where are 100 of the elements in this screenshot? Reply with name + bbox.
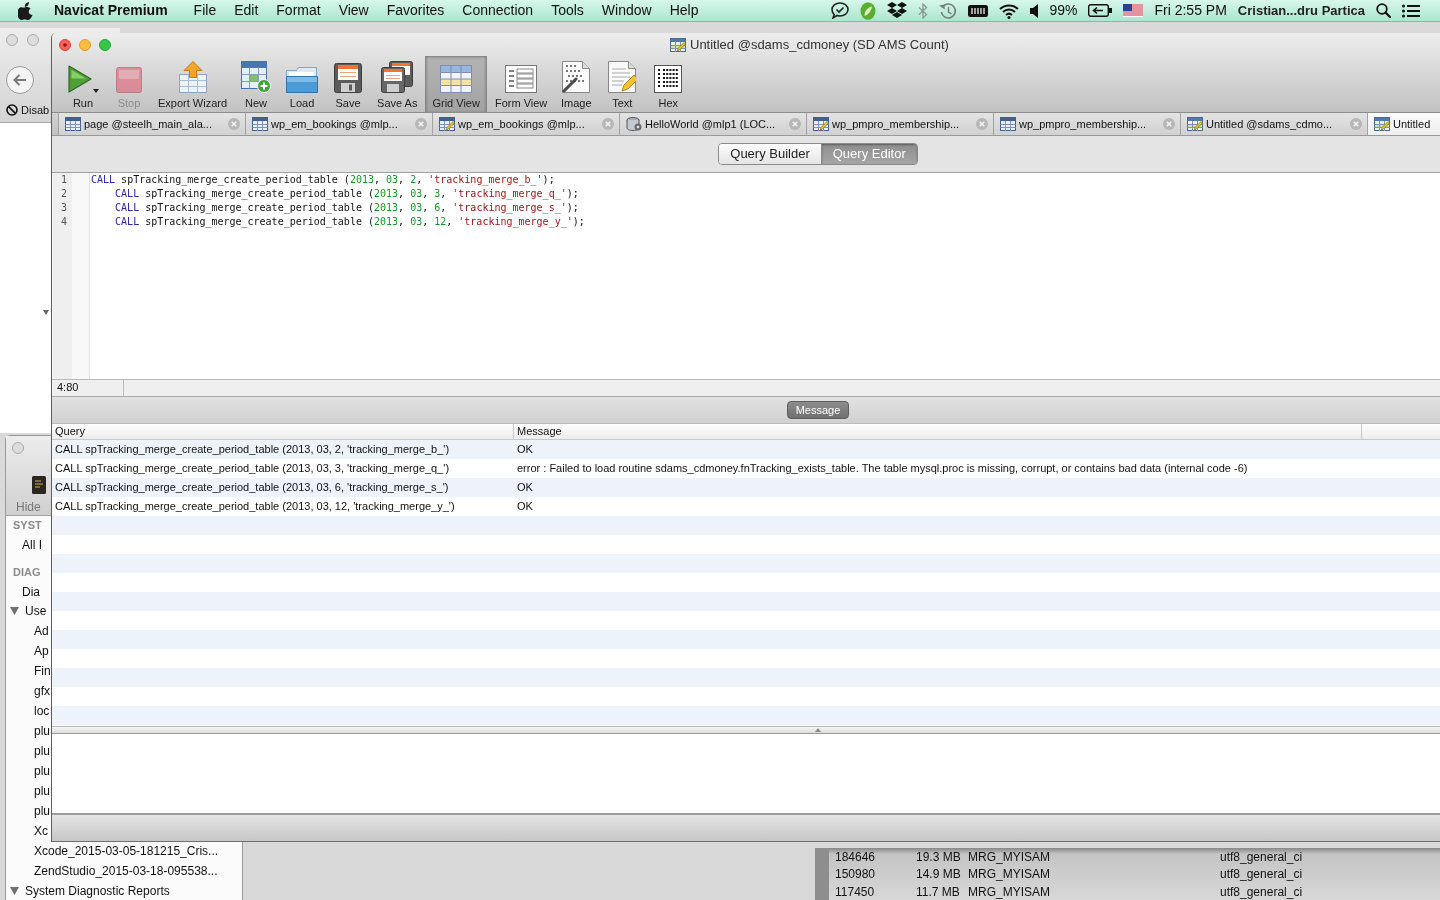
grid-pencil-icon [670, 37, 686, 52]
chat-check-icon[interactable] [831, 2, 850, 19]
tab[interactable]: HelloWorld @mlp1 (LOC... [619, 113, 806, 135]
grid-icon [252, 117, 268, 131]
sidebar-item[interactable]: plu [34, 762, 50, 780]
column-header[interactable]: Message [513, 424, 1361, 439]
image-view-button[interactable]: Image [555, 56, 598, 112]
menu-item[interactable]: Window [601, 0, 652, 21]
tab[interactable]: wp_pmpro_membership... [993, 113, 1180, 135]
menu-item[interactable]: View [338, 0, 369, 21]
sidebar-item[interactable]: Fin [34, 662, 51, 680]
menu-item[interactable]: Help [669, 0, 699, 21]
grid-view-button[interactable]: Grid View [425, 56, 487, 112]
menu-item[interactable]: Tools [551, 0, 584, 21]
table-cell-text: CALL spTracking_merge_create_period_table (2013, 03, 12, 'tracking_merge_y_') [54, 499, 456, 515]
floppy-icon [334, 63, 363, 93]
battery-icon[interactable] [1088, 4, 1113, 17]
apple-icon[interactable] [18, 1, 33, 20]
close-button[interactable] [59, 38, 71, 51]
sidebar-heading: DIAG [13, 565, 41, 581]
back-button[interactable] [6, 66, 34, 94]
clock-arrow-icon[interactable] [939, 1, 958, 20]
grid-pencil-icon [1187, 117, 1203, 131]
sidebar-item[interactable]: Use [25, 602, 47, 620]
tab[interactable]: Untitled @sdams_cdmo... [1180, 113, 1367, 135]
user-menu[interactable]: Cristian...dru Partica [1237, 0, 1365, 21]
menu-item[interactable]: Edit [234, 0, 259, 21]
sidebar-item[interactable]: gfx [34, 682, 50, 700]
sidebar-item[interactable]: ZendStudio_2015-03-18-095538... [34, 862, 218, 880]
menu-item[interactable]: File [193, 0, 217, 21]
stop-icon [116, 67, 142, 93]
sidebar-item[interactable]: Dia [22, 582, 40, 601]
result-tab[interactable]: Message [786, 401, 850, 419]
caret-icon [43, 310, 49, 315]
menu-item[interactable]: Connection [462, 0, 534, 21]
sidebar-item[interactable]: Ad [34, 622, 49, 640]
boxes-icon[interactable] [887, 2, 908, 19]
speaker-icon[interactable] [1030, 3, 1039, 18]
bluetooth-icon[interactable] [918, 2, 929, 19]
hex-view-button[interactable]: Hex [647, 56, 690, 112]
tab[interactable]: wp_pmpro_membership... [806, 113, 993, 135]
sidebar-item[interactable]: System Diagnostic Reports [25, 882, 170, 900]
table-plus-icon [241, 61, 272, 93]
mode-tab[interactable]: Query Builder [719, 144, 821, 164]
code-line: CALL spTracking_merge_create_period_table (2013, 03, 12, 'tracking_merge_y_'); [115, 215, 585, 229]
tab[interactable]: wp_em_bookings @mlp... [432, 113, 619, 135]
save-button[interactable]: Save [327, 56, 370, 112]
code-line: CALL spTracking_merge_create_period_table (2013, 03, 6, 'tracking_merge_s_'); [115, 201, 579, 215]
sidebar-item[interactable]: Xc [34, 822, 48, 840]
leaf-icon[interactable] [860, 1, 877, 20]
sidebar-item[interactable]: Xcode_2015-03-05-181215_Cris... [34, 842, 219, 860]
tab[interactable]: Untitled [1367, 113, 1440, 135]
disclosure-icon[interactable] [10, 886, 19, 896]
wifi-icon[interactable] [999, 2, 1020, 19]
form-icon [505, 65, 538, 93]
flag-icon[interactable] [1123, 4, 1144, 17]
sidebar-item[interactable]: plu [34, 742, 50, 760]
minimize-button[interactable] [79, 38, 91, 51]
save-as-button[interactable]: Save As [373, 56, 422, 112]
text-view-button[interactable]: Text [601, 56, 644, 112]
grid-pencil-icon [1374, 117, 1390, 131]
window-control-icon[interactable] [6, 34, 18, 46]
form-view-button[interactable]: Form View [490, 56, 552, 112]
window-title: Untitled @sdams_cdmoney (SD AMS Count) [690, 35, 949, 54]
table-cell-text: MRG_MYISAM [968, 883, 1051, 900]
tab[interactable]: page @steelh_main_ala... [58, 113, 245, 135]
line-number: 4 [60, 215, 67, 229]
meter-icon[interactable] [968, 4, 989, 17]
export-wizard-button[interactable]: Export Wizard [154, 56, 232, 112]
column-header[interactable]: Query [52, 424, 513, 439]
zoom-button[interactable] [99, 38, 111, 51]
tab[interactable]: wp_em_bookings @mlp... [245, 113, 432, 135]
menu-item[interactable]: Favorites [386, 0, 445, 21]
play-icon [67, 65, 92, 93]
dark-tile-icon[interactable] [32, 476, 46, 494]
run-button[interactable]: Run [62, 56, 104, 112]
caret-icon[interactable] [92, 89, 99, 93]
new-button[interactable]: New [235, 56, 278, 112]
load-button[interactable]: Load [281, 56, 324, 112]
toolbar-button-label[interactable]: Disab [21, 102, 50, 119]
table-cell-text: 14.9 MB [916, 866, 962, 884]
sidebar-item[interactable]: plu [34, 722, 50, 740]
sidebar-item[interactable]: Ap [34, 642, 49, 660]
sidebar-item[interactable]: plu [34, 782, 50, 800]
sidebar-item[interactable]: All I [22, 535, 42, 554]
clock[interactable]: Fri 2:55 PM [1154, 0, 1227, 21]
line-number: 3 [60, 201, 67, 215]
list-icon[interactable] [1402, 3, 1420, 18]
sidebar-item[interactable]: plu [34, 802, 50, 820]
sidebar-item[interactable]: loc [34, 702, 50, 720]
no-entry-icon [6, 104, 18, 117]
grid-icon [1000, 117, 1016, 131]
window-control-icon[interactable] [27, 34, 39, 46]
search-icon[interactable] [1376, 3, 1391, 18]
menu-item[interactable]: Format [276, 0, 321, 21]
disclosure-icon[interactable] [10, 606, 19, 616]
code-line: CALL spTracking_merge_create_period_table (2013, 03, 3, 'tracking_merge_q_'); [115, 187, 579, 201]
app-menu[interactable]: Navicat Premium [54, 0, 168, 21]
grip-icon[interactable] [815, 728, 821, 732]
battery-percent: 99% [1049, 1, 1078, 20]
